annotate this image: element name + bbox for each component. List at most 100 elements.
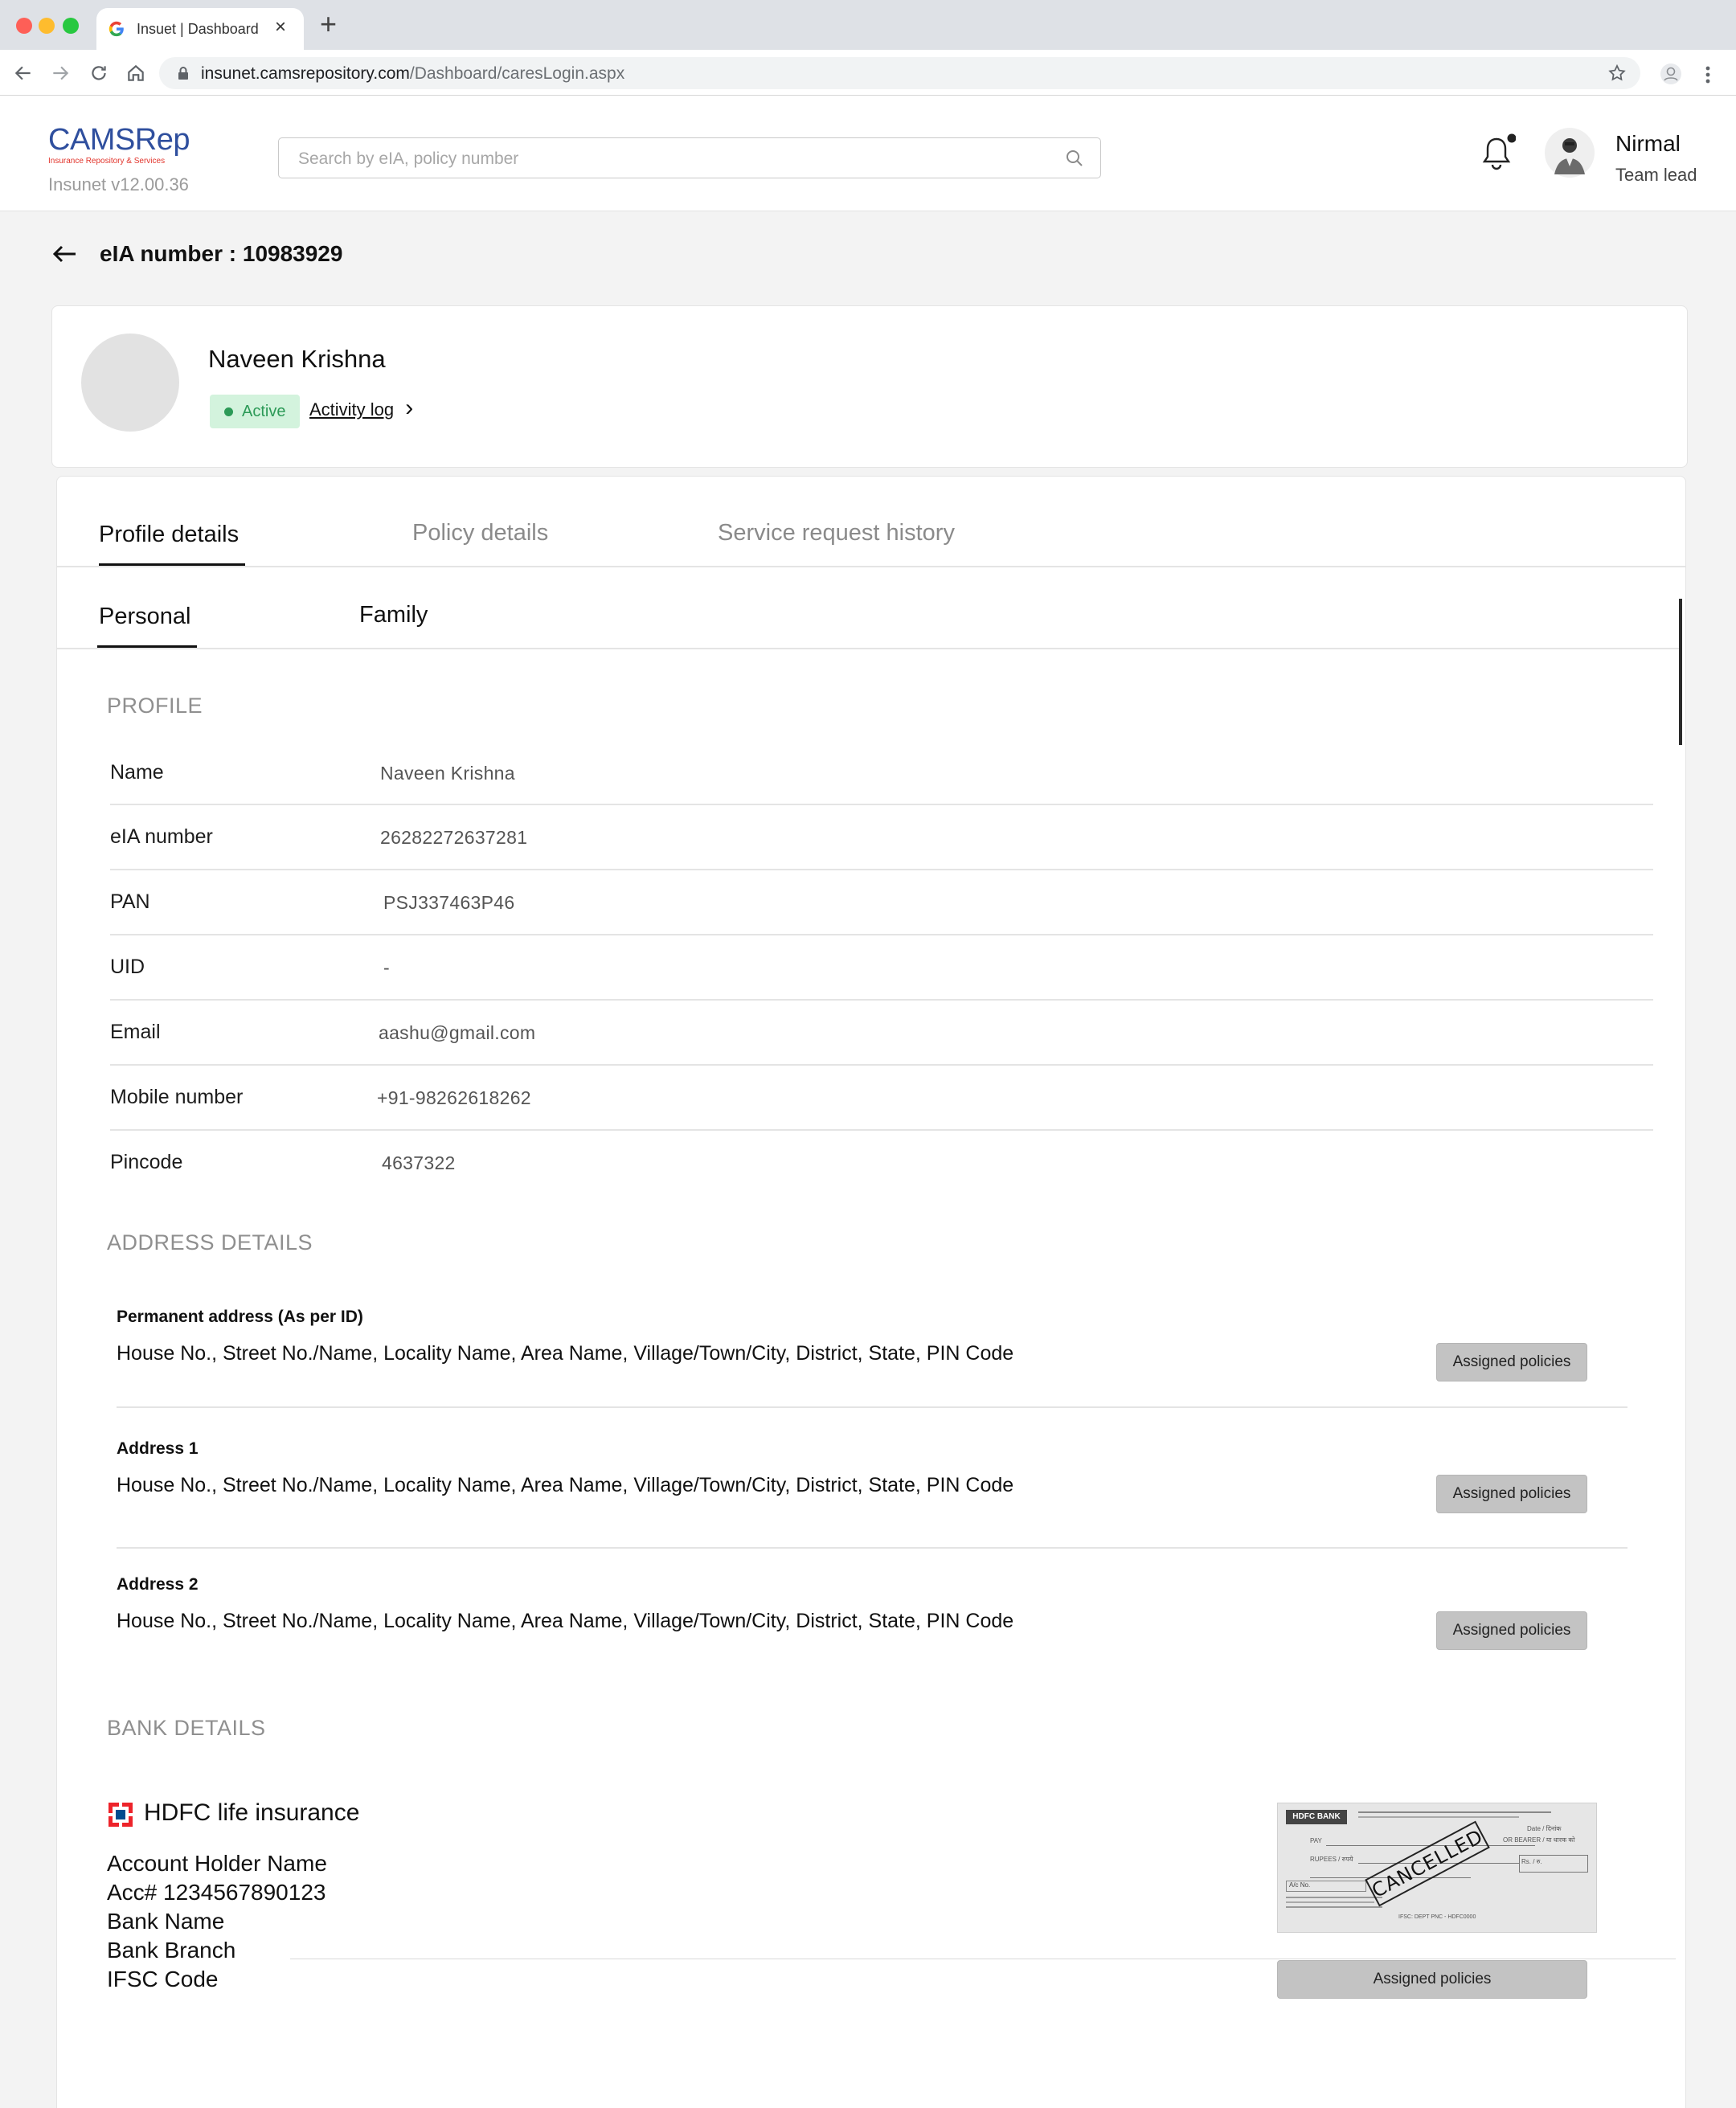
user-name: Nirmal: [1615, 131, 1681, 156]
details-card: Profile details Policy details Service r…: [56, 476, 1686, 2108]
browser-menu-icon[interactable]: [1704, 64, 1712, 85]
cheque-ifsc: IFSC: DEPT PNC - HDFC0000: [1398, 1914, 1476, 1920]
pincode-label: Pincode: [110, 1151, 183, 1173]
ifsc-code: IFSC Code: [107, 1967, 219, 1991]
subtab-personal[interactable]: Personal: [99, 604, 190, 630]
row-divider: [110, 934, 1653, 935]
bank-title: HDFC life insurance: [144, 1799, 360, 1826]
avatar: [81, 334, 179, 432]
status-badge: Active: [210, 395, 301, 428]
maximize-window-button[interactable]: [63, 18, 79, 34]
assigned-policies-button[interactable]: Assigned policies: [1436, 1611, 1587, 1650]
user-role: Team lead: [1615, 165, 1697, 185]
permanent-address-title: Permanent address (As per ID): [117, 1308, 363, 1326]
logo-wordmark: CAMSRep: [48, 123, 190, 157]
pan-label: PAN: [110, 890, 150, 913]
address-2-text: House No., Street No./Name, Locality Nam…: [117, 1610, 1014, 1632]
app-version: Insunet v12.00.36: [48, 174, 189, 194]
browser-tab-bar: Insuet | Dashboard × +: [0, 0, 1736, 50]
email-value: aashu@gmail.com: [379, 1022, 536, 1043]
tab-profile-details[interactable]: Profile details: [99, 522, 239, 548]
profile-summary-card: Naveen Krishna Active Activity log ›: [51, 305, 1688, 468]
chevron-right-icon: ›: [405, 395, 414, 421]
eia-number-value: 26282272637281: [380, 827, 528, 848]
row-divider: [110, 999, 1653, 1001]
activity-log-label: Activity log: [309, 399, 395, 420]
search-input[interactable]: [279, 138, 1039, 179]
notification-bell-icon[interactable]: [1477, 133, 1516, 173]
row-divider: [110, 1129, 1653, 1131]
cheque-rupees: RUPEES / रुपये: [1310, 1856, 1353, 1863]
row-divider: [110, 804, 1653, 805]
cheque-line: [1286, 1901, 1374, 1903]
address-divider: [117, 1406, 1628, 1408]
back-arrow-icon[interactable]: [51, 243, 77, 265]
scrollbar-thumb[interactable]: [1679, 599, 1682, 745]
account-number: Acc# 1234567890123: [107, 1880, 326, 1905]
cheque-line: [1286, 1906, 1382, 1908]
subtabs-divider: [57, 648, 1681, 649]
pincode-value: 4637322: [382, 1152, 456, 1173]
assigned-policies-button[interactable]: Assigned policies: [1436, 1343, 1587, 1381]
address-1-text: House No., Street No./Name, Locality Nam…: [117, 1474, 1014, 1496]
address-section-heading: ADDRESS DETAILS: [107, 1230, 313, 1255]
address-1-title: Address 1: [117, 1439, 199, 1458]
close-window-button[interactable]: [16, 18, 32, 34]
bookmark-star-icon[interactable]: [1607, 63, 1627, 83]
camsrep-logo[interactable]: CAMSRep Insurance Repository & Services: [48, 125, 190, 166]
hdfc-logo-icon: [108, 1803, 133, 1827]
email-label: Email: [110, 1021, 161, 1043]
profile-name: Naveen Krishna: [208, 345, 386, 373]
minimize-window-button[interactable]: [39, 18, 55, 34]
name-label: Name: [110, 761, 164, 784]
forward-arrow-icon[interactable]: [50, 63, 71, 84]
tab-title: Insuet | Dashboard: [137, 21, 259, 37]
cheque-amount-box: Rs. / रु.: [1519, 1855, 1588, 1873]
browser-tab[interactable]: Insuet | Dashboard ×: [96, 8, 304, 50]
search-box: [278, 137, 1101, 179]
url-text: insunet.camsrepository.com/Dashboard/car…: [201, 64, 625, 83]
tab-policy-details[interactable]: Policy details: [412, 520, 548, 546]
cheque-bank-logo: HDFC BANK: [1286, 1810, 1347, 1824]
status-text: Active: [242, 403, 286, 420]
cheque-line: [1286, 1897, 1382, 1898]
cheque-date: Date / दिनांक: [1527, 1825, 1562, 1832]
new-tab-button[interactable]: +: [320, 10, 337, 39]
tab-service-request-history[interactable]: Service request history: [718, 520, 955, 546]
uid-label: UID: [110, 956, 145, 978]
reload-icon[interactable]: [88, 63, 109, 84]
row-divider: [110, 1064, 1653, 1066]
address-divider: [117, 1547, 1628, 1549]
mobile-number-label: Mobile number: [110, 1086, 244, 1108]
cheque-line: [1358, 1811, 1551, 1813]
subtab-family[interactable]: Family: [359, 602, 428, 628]
status-dot: [224, 407, 233, 416]
search-icon[interactable]: [1065, 149, 1084, 168]
bank-section-heading: BANK DETAILS: [107, 1716, 266, 1740]
pan-value: PSJ337463P46: [383, 892, 515, 913]
back-arrow-icon[interactable]: [13, 63, 34, 84]
home-icon[interactable]: [125, 63, 146, 84]
cancelled-stamp: CANCELLED: [1365, 1820, 1490, 1907]
page-title: eIA number : 10983929: [100, 241, 343, 266]
tabs-divider: [57, 566, 1685, 567]
cheque-account-box: A/c No.: [1286, 1881, 1366, 1892]
close-tab-icon[interactable]: ×: [275, 16, 286, 39]
profile-avatar-icon[interactable]: [1659, 62, 1683, 86]
row-divider: [110, 869, 1653, 870]
permanent-address-text: House No., Street No./Name, Locality Nam…: [117, 1342, 1014, 1365]
account-holder-name: Account Holder Name: [107, 1851, 327, 1876]
cheque-pay: PAY: [1310, 1837, 1322, 1844]
cancelled-cheque-image[interactable]: HDFC BANK Date / दिनांक PAY OR BEARER / …: [1277, 1803, 1597, 1933]
address-bar[interactable]: insunet.camsrepository.com/Dashboard/car…: [159, 57, 1640, 89]
user-avatar[interactable]: [1545, 128, 1595, 178]
cheque-bearer: OR BEARER / या धारक को: [1503, 1836, 1575, 1844]
address-2-title: Address 2: [117, 1575, 199, 1594]
bank-name: Bank Name: [107, 1909, 225, 1934]
eia-number-label: eIA number: [110, 825, 213, 848]
assigned-policies-button[interactable]: Assigned policies: [1436, 1475, 1587, 1513]
profile-section-heading: PROFILE: [107, 694, 203, 718]
assigned-policies-button[interactable]: Assigned policies: [1277, 1960, 1587, 1999]
cheque-line: [1358, 1816, 1519, 1818]
activity-log-link[interactable]: Activity log ›: [309, 396, 413, 420]
